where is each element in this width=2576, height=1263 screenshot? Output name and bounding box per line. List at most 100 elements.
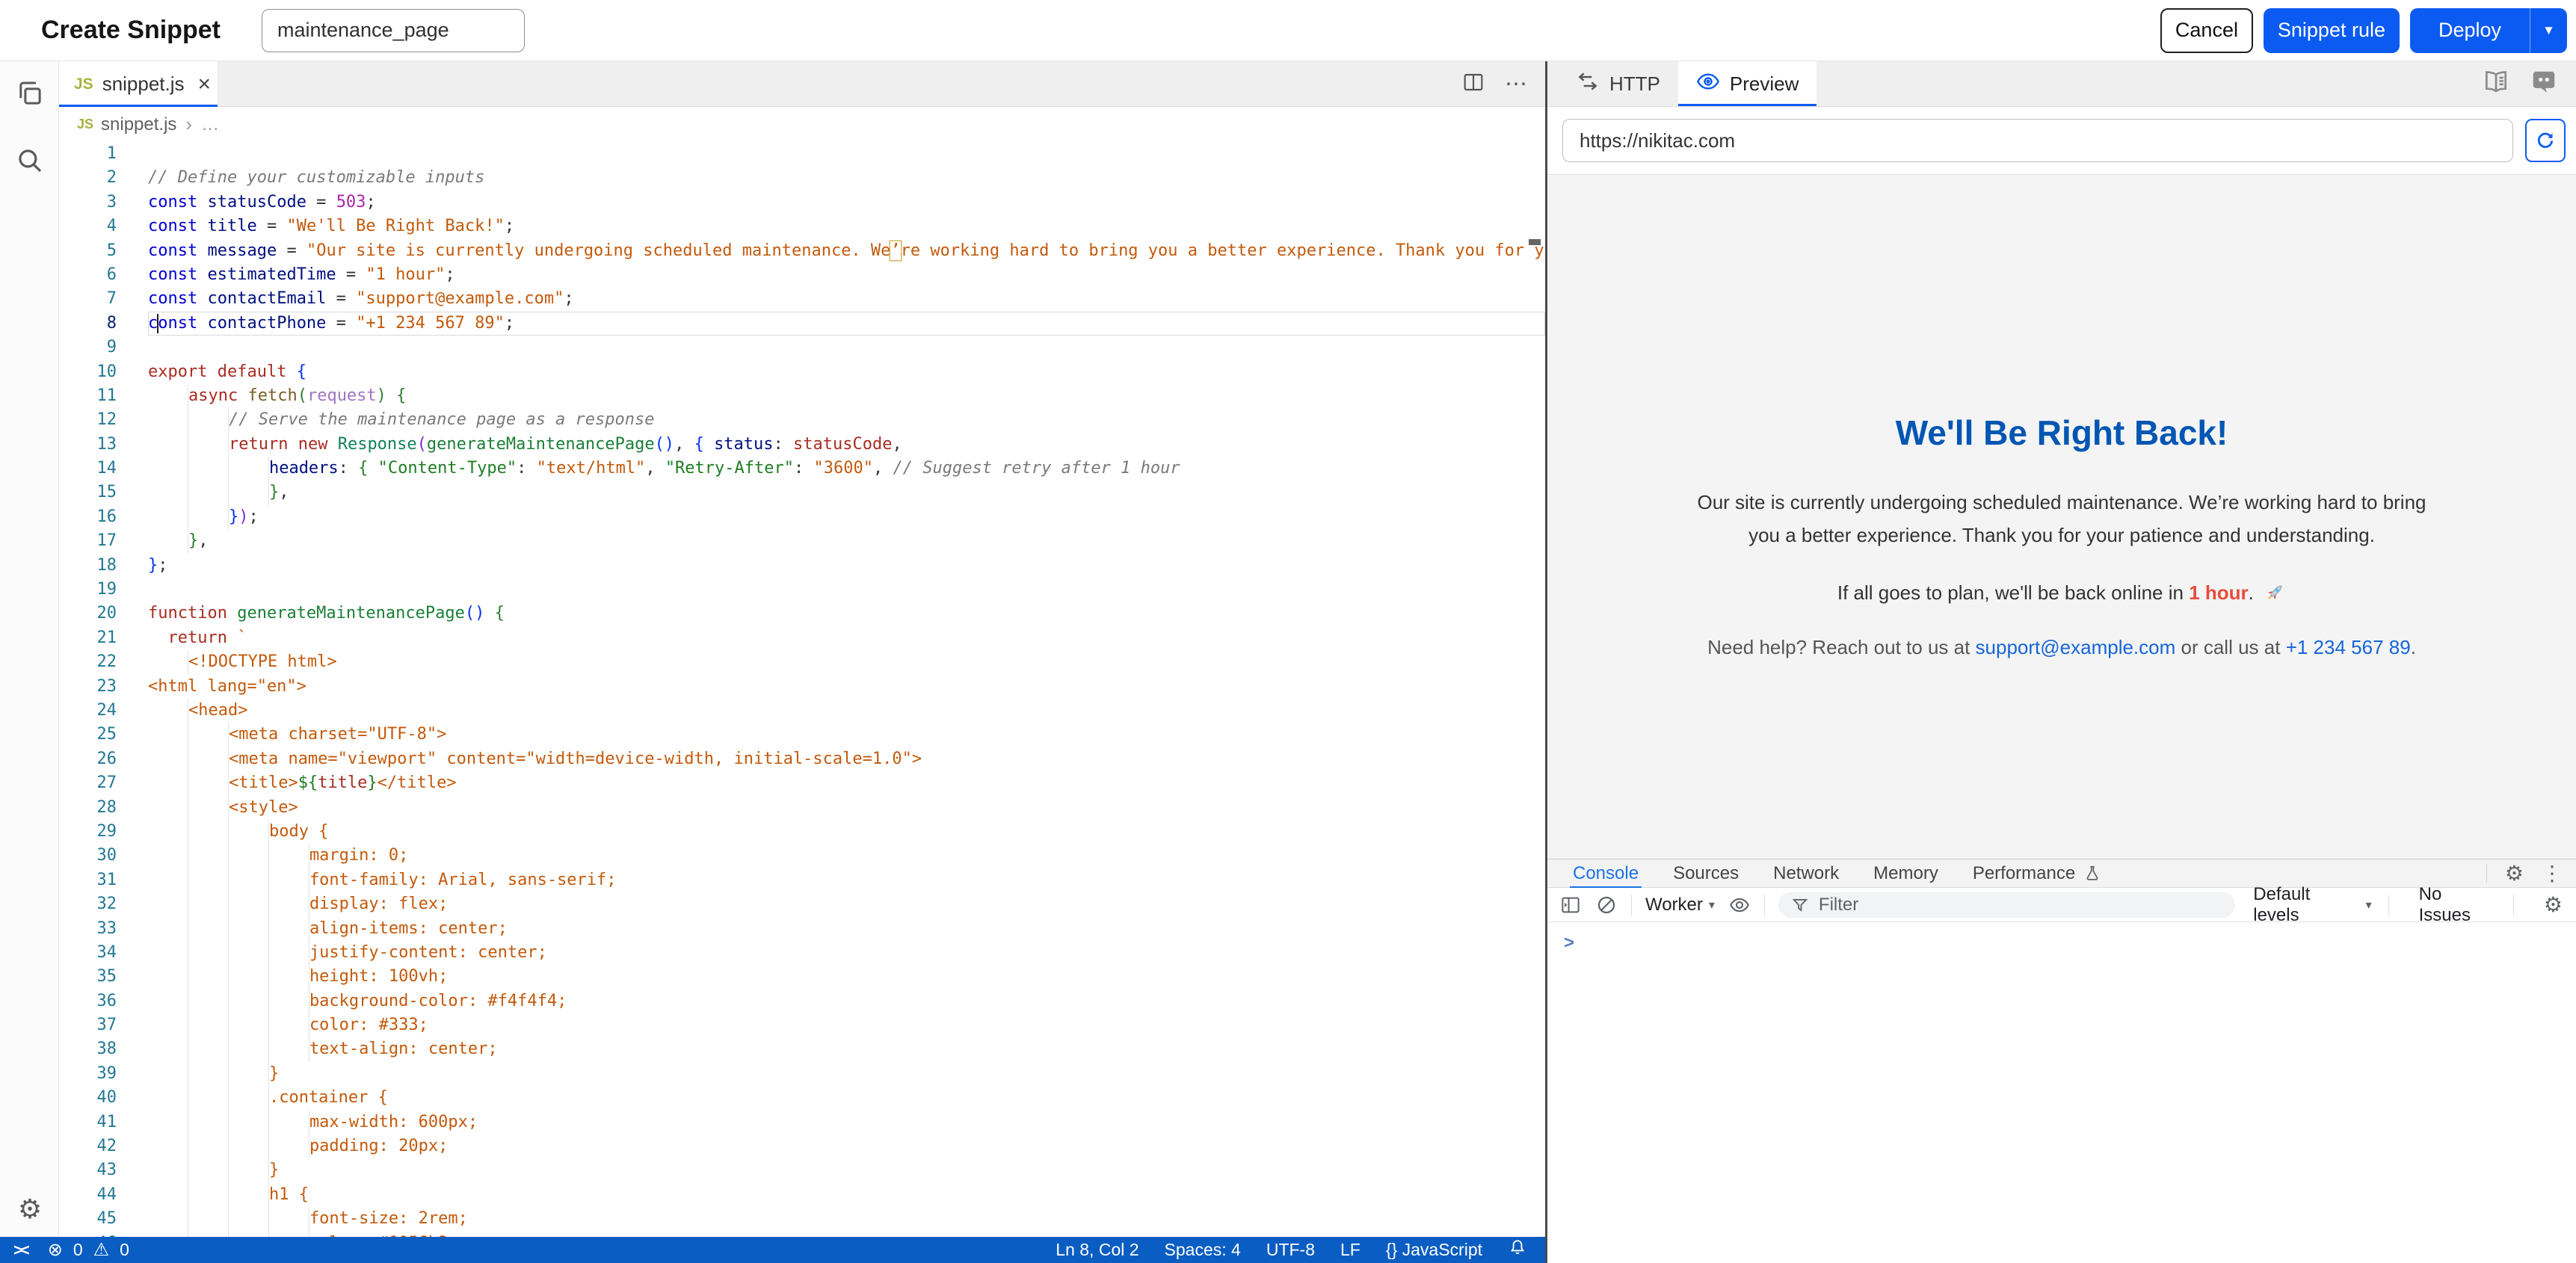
code-line[interactable]: 2// Define your customizable inputs [59,166,1545,190]
issues-counter[interactable]: No Issues [2419,884,2497,926]
console-sidebar-toggle-icon[interactable] [1559,894,1582,916]
live-expression-eye-icon[interactable] [1728,894,1751,916]
code-line[interactable]: 16 }); [59,505,1545,529]
breadcrumb-more[interactable]: … [201,114,219,135]
code-line[interactable]: 31 font-family: Arial, sans-serif; [59,868,1545,892]
code-line[interactable]: 22 <!DOCTYPE html> [59,650,1545,674]
devtools-tab-performance[interactable]: Performance [1973,859,2102,888]
support-email-link[interactable]: support@example.com [1976,636,2176,658]
code-line[interactable]: 32 display: flex; [59,892,1545,916]
console-output[interactable]: > [1547,922,2576,1263]
code-line[interactable]: 9 [59,336,1545,359]
console-settings-gear-icon[interactable]: ⚙ [2544,892,2563,917]
code-editor[interactable]: 12// Define your customizable inputs3con… [59,142,1545,1237]
code-line[interactable]: 30 margin: 0; [59,844,1545,868]
code-line[interactable]: 23<html lang="en"> [59,675,1545,699]
code-line[interactable]: 36 background-color: #f4f4f4; [59,989,1545,1013]
encoding[interactable]: UTF-8 [1266,1240,1315,1260]
clear-console-icon[interactable] [1595,894,1618,916]
code-line[interactable]: 35 height: 100vh; [59,965,1545,989]
code-line[interactable]: 6const estimatedTime = "1 hour"; [59,263,1545,287]
console-prompt-icon[interactable]: > [1564,933,1574,954]
code-line[interactable]: 42 padding: 20px; [59,1134,1545,1158]
tab-http[interactable]: HTTP [1558,61,1678,106]
deploy-dropdown-button[interactable]: ▼ [2530,8,2567,53]
log-levels-dropdown[interactable]: Default levels▾ [2253,884,2371,926]
deploy-button[interactable]: Deploy ▼ [2410,8,2567,53]
code-line[interactable]: 7const contactEmail = "support@example.c… [59,287,1545,311]
code-line[interactable]: 17 }, [59,529,1545,553]
warnings-count[interactable]: 0 [120,1240,129,1260]
code-line[interactable]: 24 <head> [59,699,1545,723]
notifications-bell-icon[interactable] [1508,1238,1527,1262]
errors-icon[interactable]: ⊗ [48,1239,63,1261]
code-line[interactable]: 18}; [59,554,1545,578]
snippet-rule-button[interactable]: Snippet rule [2264,8,2400,53]
breadcrumb-file[interactable]: snippet.js [101,114,176,135]
split-editor-icon[interactable] [1461,70,1485,98]
code-line[interactable]: 5const message = "Our site is currently … [59,239,1545,263]
code-line[interactable]: 34 justify-content: center; [59,941,1545,965]
code-line[interactable]: 45 font-size: 2rem; [59,1207,1545,1231]
code-line[interactable]: 12 // Serve the maintenance page as a re… [59,408,1545,432]
close-tab-icon[interactable]: × [198,73,212,96]
cursor-position[interactable]: Ln 8, Col 2 [1056,1240,1138,1260]
tab-preview[interactable]: Preview [1678,61,1817,106]
devtools-tab-memory[interactable]: Memory [1873,859,1938,888]
deploy-label[interactable]: Deploy [2410,19,2530,42]
more-actions-icon[interactable]: ⋯ [1505,71,1527,97]
language-mode[interactable]: {} JavaScript [1386,1240,1482,1260]
code-line[interactable]: 11 async fetch(request) { [59,384,1545,408]
devtools-menu-kebab-icon[interactable]: ⋮ [2542,861,2563,886]
code-line[interactable]: 13 return new Response(generateMaintenan… [59,433,1545,457]
code-line[interactable]: 46 color: #0056b3; [59,1232,1545,1237]
remote-indicator-icon[interactable]: >< [13,1241,37,1260]
code-line[interactable]: 27 <title>${title}</title> [59,771,1545,795]
code-line[interactable]: 3const statusCode = 503; [59,191,1545,214]
phone-link[interactable]: +1 234 567 89 [2286,636,2411,658]
code-line[interactable]: 14 headers: { "Content-Type": "text/html… [59,457,1545,481]
code-line[interactable]: 44 h1 { [59,1183,1545,1207]
code-line[interactable]: 38 text-align: center; [59,1037,1545,1061]
code-line[interactable]: 15 }, [59,481,1545,504]
search-icon[interactable] [14,145,46,176]
devtools-tab-console[interactable]: Console [1573,859,1639,888]
code-line[interactable]: 41 max-width: 600px; [59,1111,1545,1134]
code-line[interactable]: 25 <meta charset="UTF-8"> [59,723,1545,747]
code-line[interactable]: 37 color: #333; [59,1013,1545,1037]
reload-button[interactable] [2525,119,2566,162]
code-line[interactable]: 8const contactPhone = "+1 234 567 89"; [59,312,1545,336]
code-line[interactable]: 29 body { [59,820,1545,844]
devtools-tab-sources[interactable]: Sources [1673,859,1739,888]
devtools-tab-network[interactable]: Network [1773,859,1839,888]
indentation[interactable]: Spaces: 4 [1165,1240,1241,1260]
code-line[interactable]: 21 return ` [59,626,1545,650]
console-filter-input[interactable] [1819,895,2223,915]
code-line[interactable]: 20function generateMaintenancePage() { [59,602,1545,626]
url-input[interactable] [1562,119,2513,162]
breadcrumb[interactable]: JS snippet.js › … [59,107,1545,142]
code-line[interactable]: 19 [59,578,1545,602]
cancel-button[interactable]: Cancel [2160,8,2253,53]
code-line[interactable]: 28 <style> [59,796,1545,820]
copy-icon[interactable] [14,78,46,109]
console-filter[interactable] [1778,892,2235,918]
settings-gear-icon[interactable]: ⚙ [14,1193,46,1225]
eol-indicator[interactable]: LF [1340,1240,1361,1260]
execution-context-selector[interactable]: Worker▾ [1645,895,1715,915]
code-line[interactable]: 40 .container { [59,1086,1545,1110]
discord-icon[interactable] [2530,68,2558,100]
code-line[interactable]: 1 [59,142,1545,166]
code-line[interactable]: 39 } [59,1062,1545,1086]
docs-book-icon[interactable] [2482,68,2510,100]
warnings-icon[interactable]: ⚠ [93,1239,110,1261]
snippet-name-input[interactable] [262,9,525,52]
code-line[interactable]: 4const title = "We'll Be Right Back!"; [59,214,1545,238]
tab-snippet-js[interactable]: JS snippet.js × [59,61,218,107]
devtools-settings-gear-icon[interactable]: ⚙ [2505,861,2524,886]
code-line[interactable]: 43 } [59,1158,1545,1182]
code-line[interactable]: 10export default { [59,360,1545,384]
code-line[interactable]: 26 <meta name="viewport" content="width=… [59,747,1545,771]
code-line[interactable]: 33 align-items: center; [59,917,1545,941]
errors-count[interactable]: 0 [73,1240,83,1260]
